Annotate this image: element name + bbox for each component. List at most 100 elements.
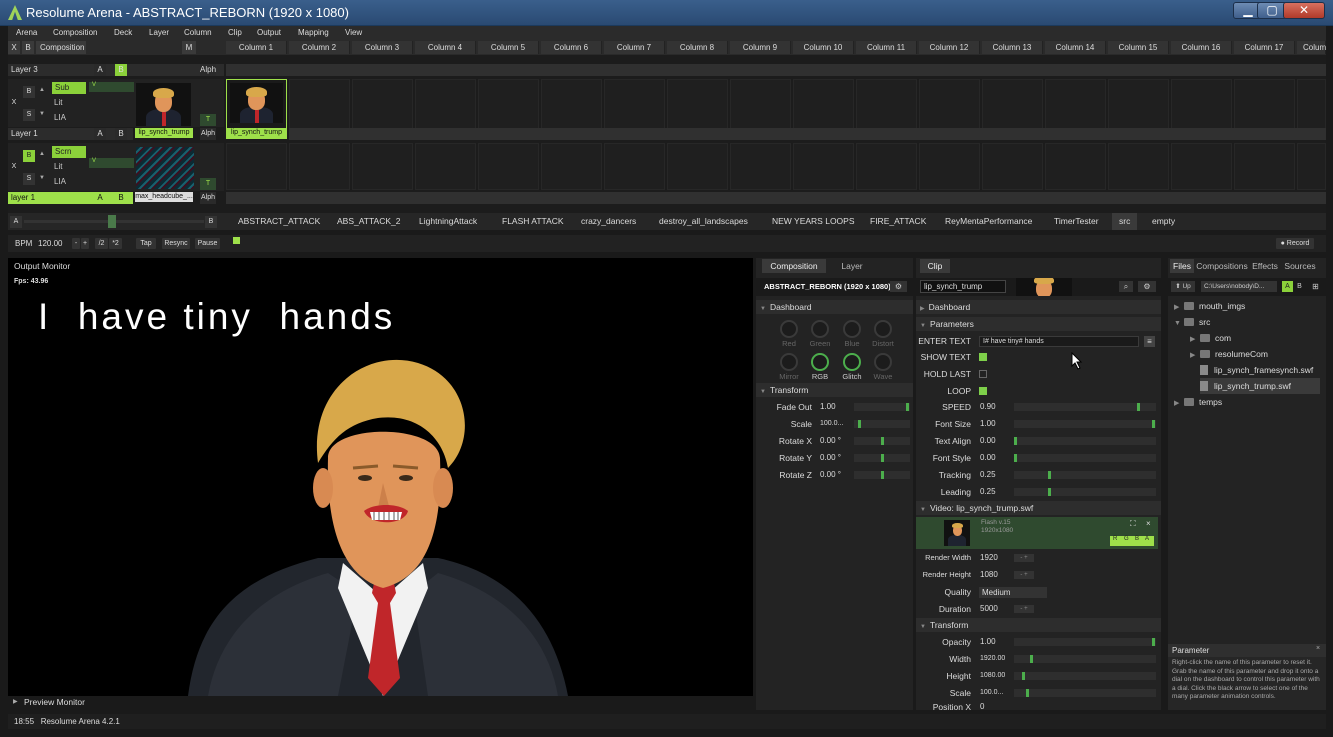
param-row[interactable]: Leading 0.25 xyxy=(916,484,1161,500)
deck-tab[interactable]: crazy_dancers xyxy=(581,213,636,230)
param-slider[interactable] xyxy=(1014,403,1156,411)
clip-cell[interactable] xyxy=(415,143,476,190)
param-value[interactable]: 1.00 xyxy=(980,416,996,432)
layer-1-blend-mode[interactable]: Scrn xyxy=(52,146,86,158)
param-slider[interactable] xyxy=(1014,655,1156,663)
param-slider[interactable] xyxy=(854,471,910,479)
clip-cell[interactable] xyxy=(1297,143,1326,190)
param-value[interactable]: 0.00 ° xyxy=(820,467,841,483)
param-row[interactable]: Duration 5000 - + xyxy=(916,601,1161,617)
bpm-pause-button[interactable]: Pause xyxy=(195,238,220,249)
layer-2-alpha-button[interactable]: Alph xyxy=(200,128,216,140)
param-row[interactable]: Quality Medium xyxy=(916,584,1161,600)
deck-tab[interactable]: destroy_all_landscapes xyxy=(659,213,748,230)
param-label[interactable]: Font Size xyxy=(935,416,971,432)
menu-icon[interactable]: ≡ xyxy=(1144,336,1155,347)
clip-cell[interactable] xyxy=(1171,143,1232,190)
clip-cell[interactable] xyxy=(793,143,854,190)
menu-layer[interactable]: Layer xyxy=(149,26,169,40)
menu-deck[interactable]: Deck xyxy=(114,26,132,40)
layer-2-transport-button[interactable]: T xyxy=(200,114,216,126)
tab-composition[interactable]: Composition xyxy=(762,259,826,273)
param-row[interactable]: Opacity 1.00 xyxy=(916,634,1161,650)
clip-cell[interactable] xyxy=(226,143,287,190)
param-slider[interactable] xyxy=(1014,437,1156,445)
param-label[interactable]: Rotate Z xyxy=(779,467,812,483)
param-row[interactable]: Render Height 1080 - + xyxy=(916,567,1161,583)
layer-3-bar[interactable]: Layer 3 A B Alph xyxy=(8,64,224,76)
param-row[interactable]: Fade Out 1.00 xyxy=(756,399,913,415)
param-label[interactable]: Font Style xyxy=(933,450,971,466)
channel-g-toggle[interactable]: G xyxy=(1124,536,1129,542)
menu-output[interactable]: Output xyxy=(257,26,281,40)
crossfader-a-button[interactable]: A xyxy=(10,216,22,228)
param-row[interactable]: Scale 100.0... xyxy=(916,685,1161,701)
hold-last-row[interactable]: HOLD LAST xyxy=(916,366,1161,382)
param-value[interactable]: 0.90 xyxy=(980,399,996,415)
tab-clip[interactable]: Clip xyxy=(920,259,950,273)
layer-3-b-button[interactable]: B xyxy=(115,64,127,76)
layer-1-a-button[interactable]: A xyxy=(94,192,106,204)
knob-rgb[interactable] xyxy=(811,353,829,371)
layer-1-lia[interactable]: LIA xyxy=(54,177,66,186)
expand-arrow-icon[interactable]: ▶ xyxy=(13,698,18,705)
quality-dropdown[interactable]: Medium xyxy=(979,587,1047,598)
param-value[interactable]: 1.00 xyxy=(820,399,836,415)
layer-2-b-button[interactable]: B xyxy=(115,128,127,140)
collapse-arrow-icon[interactable]: ▼ xyxy=(756,389,770,395)
column-header[interactable]: Column 3 xyxy=(352,41,413,54)
param-label[interactable]: LOOP xyxy=(947,383,971,399)
layer-1-clip-label[interactable]: max_headcube_... xyxy=(135,192,193,202)
param-row[interactable]: Rotate X 0.00 ° xyxy=(756,433,913,449)
loop-row[interactable]: LOOP xyxy=(916,383,1161,399)
collapse-arrow-icon[interactable]: ▼ xyxy=(916,507,930,513)
composition-m-button[interactable]: M xyxy=(182,41,196,54)
param-value[interactable]: 1080.00 xyxy=(980,668,1005,684)
layer-1-x-button[interactable]: X xyxy=(9,161,19,173)
layer-1-b-button[interactable]: B xyxy=(115,192,127,204)
layer-1-transport-button[interactable]: T xyxy=(200,178,216,190)
param-label[interactable]: Scale xyxy=(791,416,812,432)
param-value[interactable]: 1920.00 xyxy=(980,651,1005,667)
tree-item[interactable]: ▶ temps xyxy=(1174,394,1222,410)
clip-cell[interactable] xyxy=(604,143,665,190)
menu-view[interactable]: View xyxy=(345,26,362,40)
param-value[interactable]: 0.00 ° xyxy=(820,450,841,466)
param-label[interactable]: Width xyxy=(949,651,971,667)
bpm-double-button[interactable]: *2 xyxy=(109,238,122,249)
bpm-half-button[interactable]: /2 xyxy=(95,238,108,249)
collapse-arrow-icon[interactable]: ▼ xyxy=(916,624,930,630)
search-icon[interactable]: ⌕ xyxy=(1119,281,1133,292)
column-header[interactable]: Column 6 xyxy=(541,41,602,54)
clip-dashboard-header[interactable]: ▶ Dashboard xyxy=(916,300,1161,314)
param-value[interactable]: 0.00 xyxy=(980,450,996,466)
deck-tab[interactable]: LightningAttack xyxy=(419,213,477,230)
clip-cell[interactable] xyxy=(1234,143,1295,190)
close-button[interactable]: ✕ xyxy=(1283,2,1325,19)
clip-cell[interactable] xyxy=(856,143,917,190)
deck-tab-active[interactable]: src xyxy=(1112,213,1138,230)
channel-a-toggle[interactable]: A xyxy=(1145,536,1149,542)
param-value[interactable]: 0.25 xyxy=(980,484,996,500)
param-slider[interactable] xyxy=(1014,471,1156,479)
param-label[interactable]: Rotate Y xyxy=(779,450,812,466)
layer-1-solo-button[interactable]: S xyxy=(23,173,35,185)
bpm-resync-button[interactable]: Resync xyxy=(162,238,190,249)
column-header[interactable]: Colum xyxy=(1297,41,1326,54)
clip-cell[interactable] xyxy=(919,143,980,190)
gear-icon[interactable]: ⚙ xyxy=(890,281,907,292)
channel-r-toggle[interactable]: R xyxy=(1113,536,1117,542)
param-row[interactable]: Width 1920.00 xyxy=(916,651,1161,667)
layer-1-lit[interactable]: Lit xyxy=(54,162,62,171)
param-label[interactable]: Render Width xyxy=(925,550,971,566)
deck-tab[interactable]: ReyMentaPerformance xyxy=(945,213,1032,230)
record-button[interactable]: ● Record xyxy=(1276,238,1314,249)
column-header[interactable]: Column 11 xyxy=(856,41,917,54)
menu-clip[interactable]: Clip xyxy=(228,26,242,40)
param-value[interactable]: 5000 xyxy=(980,601,998,617)
bpm-plus-button[interactable]: + xyxy=(81,238,89,249)
param-value[interactable]: 0 xyxy=(980,701,984,710)
param-label[interactable]: Duration xyxy=(939,601,971,617)
param-value[interactable]: 0.25 xyxy=(980,467,996,483)
clip-cell[interactable] xyxy=(982,143,1043,190)
